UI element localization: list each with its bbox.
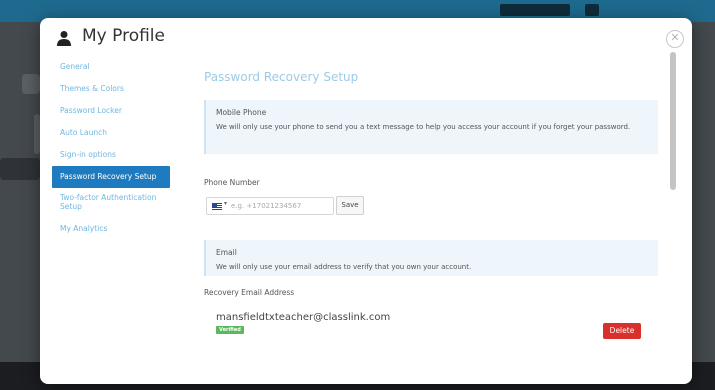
close-icon[interactable]: ✕: [666, 30, 684, 48]
scrollbar-thumb[interactable]: [670, 52, 676, 190]
sidebar-item-password-recovery-setup[interactable]: Password Recovery Setup: [52, 166, 170, 188]
us-flag-icon[interactable]: [212, 203, 222, 210]
phone-number-input[interactable]: ▾ e.g. +17021234567: [206, 197, 334, 215]
recovery-email-address: mansfieldtxteacher@classlink.com: [216, 312, 391, 323]
main-content: Password Recovery Setup Mobile Phone We …: [198, 50, 668, 384]
save-phone-button[interactable]: Save: [336, 196, 364, 215]
sidebar-item-themes-colors[interactable]: Themes & Colors: [52, 78, 170, 100]
sidebar-item-two-factor-authentication-setup[interactable]: Two-factor Authentication Setup: [52, 188, 170, 218]
mobile-phone-heading: Mobile Phone: [216, 108, 267, 117]
background-tile: [0, 158, 40, 180]
sidebar-item-general[interactable]: General: [52, 56, 170, 78]
sidebar-item-auto-launch[interactable]: Auto Launch: [52, 122, 170, 144]
sidebar-item-sign-in-options[interactable]: Sign-in options: [52, 144, 170, 166]
background-header-block: [585, 4, 599, 16]
recovery-email-label: Recovery Email Address: [204, 288, 295, 297]
verified-badge: Verified: [216, 326, 244, 334]
email-info-box: Email We will only use your email addres…: [204, 240, 658, 276]
sidebar-item-my-analytics[interactable]: My Analytics: [52, 218, 170, 240]
profile-sidebar: General Themes & Colors Password Locker …: [52, 56, 170, 240]
mobile-phone-info-box: Mobile Phone We will only use your phone…: [204, 100, 658, 154]
modal-title: My Profile: [82, 26, 165, 46]
phone-number-placeholder: e.g. +17021234567: [231, 202, 302, 210]
phone-number-label: Phone Number: [204, 178, 260, 187]
chevron-down-icon[interactable]: ▾: [224, 200, 227, 207]
background-tile: [22, 74, 40, 94]
page-title: Password Recovery Setup: [204, 70, 359, 84]
delete-email-button[interactable]: Delete: [603, 323, 641, 339]
background-header-block: [500, 4, 570, 16]
user-icon: [57, 31, 71, 46]
email-heading: Email: [216, 248, 237, 257]
content-scrollbar[interactable]: [670, 52, 676, 374]
mobile-phone-description: We will only use your phone to send you …: [216, 123, 631, 131]
email-description: We will only use your email address to v…: [216, 263, 472, 271]
sidebar-item-password-locker[interactable]: Password Locker: [52, 100, 170, 122]
my-profile-modal: My Profile ✕ General Themes & Colors Pas…: [40, 18, 692, 384]
